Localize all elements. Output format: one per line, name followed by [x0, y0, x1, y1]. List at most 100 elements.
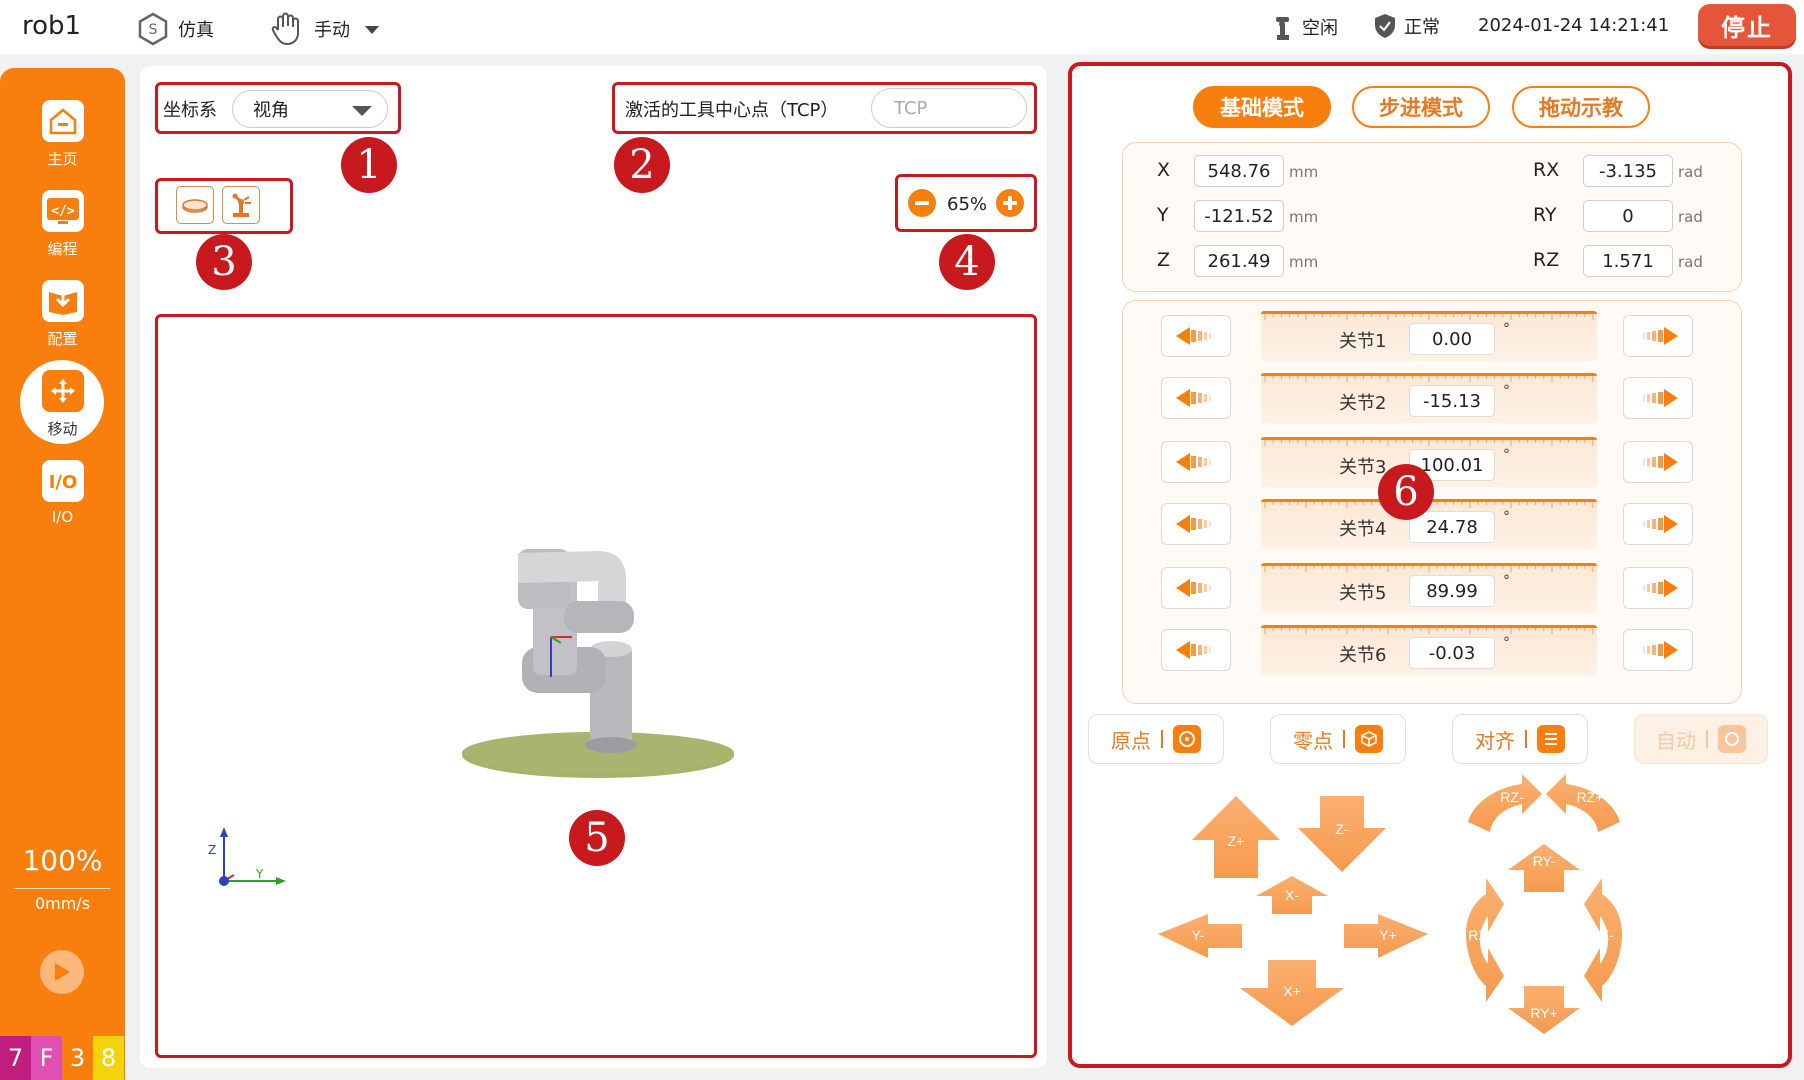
sidebar-item-label: 配置 — [47, 330, 78, 348]
tcp-speed: 0mm/s — [34, 894, 91, 913]
jog-label: Z+ — [1228, 833, 1245, 849]
sim-mode-label: 仿真 — [178, 20, 214, 41]
minus-icon — [915, 201, 929, 205]
jog-label: RX- — [1590, 927, 1614, 943]
robot-3d-scene — [219, 549, 734, 886]
jog-z-plus-button[interactable]: Z+ — [1192, 796, 1280, 878]
speed-percent[interactable]: 100% — [0, 844, 125, 877]
jog-label: Z- — [1335, 821, 1349, 837]
jog-label: X- — [1285, 887, 1299, 903]
jog-z-minus-button[interactable]: Z- — [1298, 796, 1386, 872]
jog-rz-plus-button[interactable]: RZ+ — [1546, 774, 1620, 832]
jog-label: Y- — [1192, 927, 1205, 943]
jog-label: RY+ — [1530, 1005, 1557, 1021]
status-code-char: 7 — [0, 1036, 31, 1080]
coord-system-label: 坐标系 — [163, 100, 217, 121]
tcp-select[interactable]: TCP — [871, 88, 1027, 128]
jog-arrows: Z+ Z- X- Y- Y+ X+ RZ- RZ+ RY- RX+ RX- RY+ — [1158, 774, 1622, 1034]
sidebar-item-label: I/O — [51, 508, 74, 526]
health-status-label: 正常 — [1404, 17, 1440, 38]
status-code-char: 3 — [62, 1036, 93, 1080]
sidebar: 主页 </> 编程 配置 移动 I/O I/O 100% 0mm/s — [0, 68, 125, 1080]
robot-name: rob1 — [22, 11, 82, 41]
download-icon — [41, 280, 84, 322]
chevron-down-icon — [352, 106, 372, 116]
status-code-char: 8 — [93, 1036, 124, 1080]
3d-viewport[interactable]: Z Y — [158, 317, 1034, 1055]
health-status: 正常 — [1374, 13, 1440, 39]
sidebar-item-program[interactable]: </> 编程 — [0, 190, 125, 276]
shield-icon — [1374, 13, 1396, 39]
divider — [14, 888, 110, 889]
robot-status: 空闲 — [1272, 13, 1338, 41]
sidebar-item-label: 移动 — [47, 420, 78, 438]
jog-label: RY- — [1533, 853, 1556, 869]
plus-icon — [1003, 196, 1017, 210]
jog-ry-minus-button[interactable]: RY- — [1508, 844, 1580, 892]
hand-icon — [270, 12, 306, 46]
jog-y-plus-button[interactable]: Y+ — [1344, 914, 1428, 958]
annotation-marker-3: 3 — [196, 234, 252, 290]
datetime: 2024-01-24 14:21:41 — [1478, 15, 1670, 36]
io-icon: I/O — [41, 460, 84, 502]
move-icon — [41, 370, 84, 412]
sidebar-item-home[interactable]: 主页 — [0, 100, 125, 186]
jog-x-minus-button[interactable]: X- — [1256, 876, 1328, 914]
jog-ry-plus-button[interactable]: RY+ — [1508, 986, 1580, 1034]
axis-z-label: Z — [208, 843, 217, 857]
annotation-marker-1: 1 — [341, 137, 397, 193]
jog-label: RZ+ — [1577, 789, 1604, 805]
manual-mode-dropdown[interactable]: 手动 — [270, 12, 380, 46]
jog-y-minus-button[interactable]: Y- — [1158, 914, 1242, 958]
home-icon — [41, 100, 84, 142]
sidebar-item-label: 编程 — [47, 240, 78, 258]
annotation-marker-5: 5 — [569, 810, 625, 866]
simulation-icon: S — [136, 12, 170, 46]
robot-arm-model — [518, 549, 637, 753]
zoom-out-button[interactable] — [908, 189, 936, 217]
chevron-down-icon — [364, 19, 380, 40]
robot-icon — [232, 193, 251, 217]
jog-x-plus-button[interactable]: X+ — [1240, 960, 1344, 1026]
robot-arm-icon — [1272, 13, 1294, 41]
coord-system-value: 视角 — [253, 100, 289, 121]
manual-mode-label: 手动 — [314, 20, 350, 41]
floor-disc-icon — [182, 199, 208, 213]
coord-system-select[interactable]: 视角 — [232, 90, 388, 128]
axis-y-label: Y — [256, 867, 264, 881]
annotation-marker-2: 2 — [614, 137, 670, 193]
jog-label: RX+ — [1468, 927, 1496, 943]
jog-rz-minus-button[interactable]: RZ- — [1468, 774, 1542, 832]
annotation-marker-4: 4 — [939, 234, 995, 290]
play-button[interactable] — [40, 950, 84, 994]
jog-rx-minus-button[interactable]: RX- — [1584, 878, 1622, 1002]
tcp-placeholder: TCP — [894, 97, 928, 119]
zoom-in-button[interactable] — [996, 189, 1024, 217]
sidebar-item-io[interactable]: I/O I/O — [0, 460, 125, 546]
jog-rx-plus-button[interactable]: RX+ — [1466, 878, 1504, 1002]
sim-mode-indicator[interactable]: S 仿真 — [136, 12, 214, 46]
svg-text:S: S — [149, 22, 158, 38]
svg-text:I/O: I/O — [48, 472, 77, 493]
status-code-strip: 7 F 3 8 — [0, 1036, 124, 1080]
code-icon: </> — [41, 190, 84, 232]
tcp-label: 激活的工具中心点（TCP） — [625, 100, 839, 121]
jog-label: Y+ — [1379, 927, 1397, 943]
sidebar-item-move[interactable]: 移动 — [0, 360, 125, 456]
zoom-value: 65% — [947, 194, 988, 215]
svg-text:</>: </> — [51, 204, 75, 219]
robot-view-button[interactable] — [222, 186, 260, 224]
sidebar-item-label: 主页 — [47, 150, 78, 168]
floor-view-button[interactable] — [176, 186, 214, 224]
stop-button[interactable]: 停止 — [1698, 4, 1796, 46]
viewport-panel: 坐标系 视角 激活的工具中心点（TCP） TCP 65% Z Y 1 2 3 4… — [140, 66, 1047, 1068]
jog-label: RZ- — [1500, 789, 1524, 805]
annotation-marker-6: 6 — [1378, 464, 1434, 520]
jog-panel: 基础模式 步进模式 拖动示教 X 548.76 mm Y -121.52 mm … — [1068, 62, 1792, 1068]
robot-status-label: 空闲 — [1302, 18, 1338, 39]
sidebar-item-config[interactable]: 配置 — [0, 280, 125, 366]
top-bar: rob1 S 仿真 手动 空闲 正常 2024-01-24 14:21:41 停… — [0, 0, 1804, 54]
status-code-char: F — [31, 1036, 62, 1080]
jog-label: X+ — [1283, 983, 1301, 999]
axis-gizmo — [219, 827, 286, 886]
